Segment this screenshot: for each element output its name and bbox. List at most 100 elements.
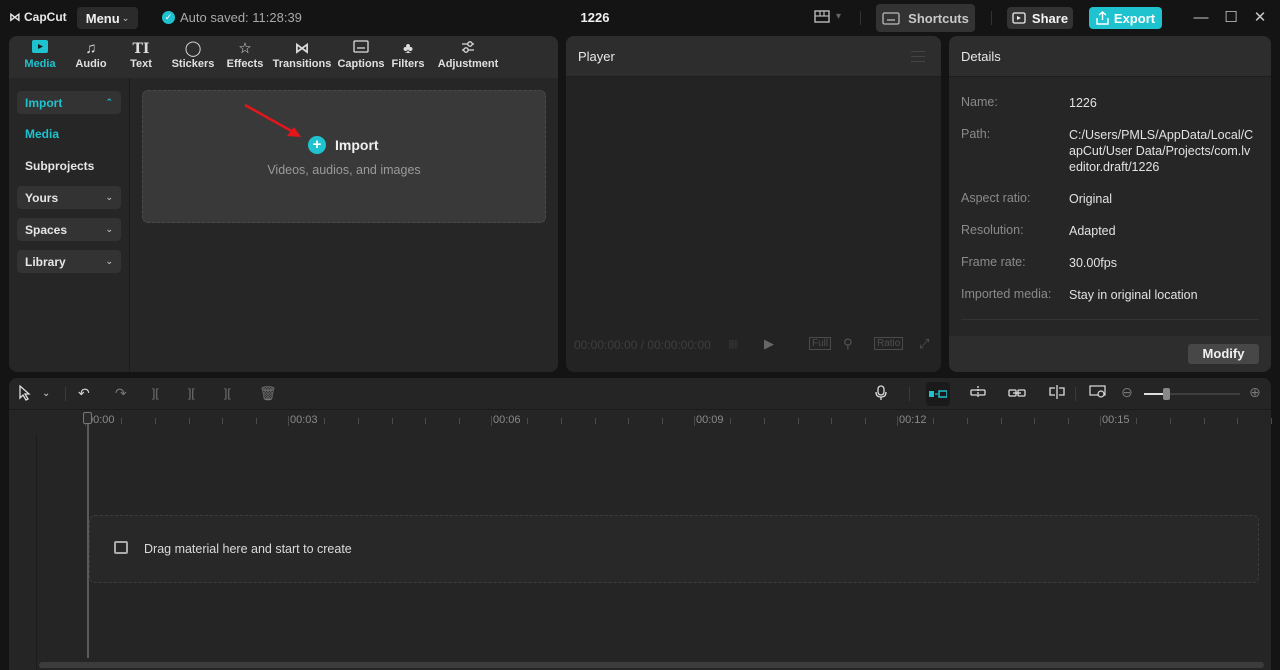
stickers-icon: ◯ xyxy=(184,40,202,57)
captions-icon xyxy=(353,40,369,58)
delete-button[interactable]: 🗑 xyxy=(259,385,277,402)
ruler-tick xyxy=(1203,418,1205,424)
zoom-in-button[interactable]: ⊕ xyxy=(1249,384,1261,401)
zoom-out-button[interactable]: ⊖ xyxy=(1121,384,1133,401)
sidebar-item-spaces[interactable]: Spaces ⌄ xyxy=(17,218,121,241)
ruler-tick xyxy=(966,418,968,424)
timeline-drop-zone[interactable]: Drag material here and start to create xyxy=(89,515,1259,583)
cursor-icon xyxy=(19,384,31,401)
full-button[interactable]: Full xyxy=(809,337,832,350)
timeline-ruler[interactable]: 00:00 00:03 00:06 00:09 00:12 00:15 xyxy=(9,410,1273,434)
fullscreen-icon[interactable]: ⤢ xyxy=(919,336,929,352)
ruler-tick xyxy=(391,418,393,424)
menu-button[interactable]: Menu ⌄ xyxy=(77,7,138,29)
ruler-major-tick xyxy=(288,416,289,426)
zoom-to-fit-button[interactable] xyxy=(1089,385,1107,402)
redo-button[interactable]: ↷ xyxy=(115,385,127,402)
ruler-tick xyxy=(831,418,833,424)
ruler-label: 00:03 xyxy=(290,414,318,426)
zoom-fit-icon[interactable]: ⚲ xyxy=(843,336,853,352)
details-header: Details xyxy=(949,36,1271,77)
ruler-label: 00:09 xyxy=(696,414,724,426)
effects-icon: ☆ xyxy=(238,40,252,57)
split-right-icon: ][ xyxy=(224,386,231,400)
preview-axis-button[interactable] xyxy=(1048,385,1066,402)
magnet-toggle[interactable] xyxy=(926,382,950,406)
close-icon: ✕ xyxy=(1253,9,1267,26)
tab-transitions[interactable]: ⋈ Transitions xyxy=(269,36,335,78)
divider xyxy=(909,387,910,401)
player-timecode: 00:00:00:00 / 00:00:00:00 xyxy=(574,338,711,352)
zoom-in-icon: ⊕ xyxy=(1249,384,1261,400)
ruler-tick xyxy=(526,418,528,424)
tab-captions[interactable]: Captions xyxy=(335,36,387,78)
sidebar-item-library[interactable]: Library ⌄ xyxy=(17,250,121,273)
details-footer: Modify xyxy=(949,336,1271,372)
tab-media[interactable]: Media xyxy=(15,36,65,78)
player-header: Player xyxy=(566,36,941,77)
zoom-slider-handle[interactable] xyxy=(1163,388,1171,400)
ruler-tick xyxy=(594,418,596,424)
media-tabs: Media ♫ Audio TI Text ◯ Stickers ☆ Effec… xyxy=(9,36,558,78)
maximize-button[interactable]: ☐ xyxy=(1222,9,1240,27)
zoom-slider[interactable] xyxy=(1144,388,1240,400)
ruler-tick xyxy=(1034,418,1036,424)
tab-audio[interactable]: ♫ Audio xyxy=(65,36,117,78)
tab-filters[interactable]: ♣ Filters xyxy=(387,36,429,78)
sidebar-item-subprojects[interactable]: Subprojects xyxy=(17,154,121,177)
share-button[interactable]: Share xyxy=(1007,7,1073,29)
tab-text[interactable]: TI Text xyxy=(117,36,165,78)
close-button[interactable]: ✕ xyxy=(1251,9,1269,27)
tab-effects[interactable]: ☆ Effects xyxy=(221,36,269,78)
import-subtitle: Videos, audios, and images xyxy=(267,163,421,177)
grid-icon[interactable]: ▦ xyxy=(728,337,738,350)
minimize-icon: — xyxy=(1193,9,1209,26)
media-sidebar: Import ⌃ Media Subprojects Yours ⌄ Space… xyxy=(9,78,130,372)
timeline-panel: ⌄ ↶ ↷ ][ ][ ][ 🗑 ⊖ ⊕ 00:00 00:03 00:06 0… xyxy=(9,378,1273,670)
export-button[interactable]: Export xyxy=(1089,7,1162,29)
film-icon xyxy=(114,541,128,554)
ruler-tick xyxy=(1237,418,1239,424)
import-button[interactable]: + Import xyxy=(308,136,379,154)
undo-button[interactable]: ↶ xyxy=(78,385,90,402)
chevron-down-icon[interactable]: ⌄ xyxy=(42,388,50,399)
divider xyxy=(65,387,66,401)
split-right-button[interactable]: ][ xyxy=(224,386,231,400)
ruler-tick xyxy=(729,418,731,424)
shortcuts-button[interactable]: Shortcuts xyxy=(876,4,975,32)
ruler-tick xyxy=(560,418,562,424)
media-panel: Media ♫ Audio TI Text ◯ Stickers ☆ Effec… xyxy=(9,36,558,372)
play-button[interactable]: ▶ xyxy=(764,336,774,352)
ruler-label: 00:15 xyxy=(1102,414,1130,426)
sidebar-item-media[interactable]: Media xyxy=(17,122,121,145)
ruler-tick xyxy=(1271,418,1273,424)
record-audio-button[interactable] xyxy=(875,385,887,404)
snap-icon xyxy=(970,386,986,398)
minimize-button[interactable]: — xyxy=(1192,9,1210,27)
timeline-toolbar: ⌄ ↶ ↷ ][ ][ ][ 🗑 ⊖ ⊕ xyxy=(9,378,1271,410)
sidebar-item-yours[interactable]: Yours ⌄ xyxy=(17,186,121,209)
link-icon xyxy=(1008,389,1026,397)
layout-button[interactable]: ▾ xyxy=(814,10,841,23)
import-dropzone[interactable]: + Import Videos, audios, and images xyxy=(142,90,546,223)
menu-icon[interactable] xyxy=(911,51,925,62)
ruler-tick xyxy=(459,418,461,424)
ruler-tick xyxy=(932,418,934,424)
playhead-handle[interactable] xyxy=(83,412,92,424)
filters-icon: ♣ xyxy=(403,40,413,57)
ruler-tick xyxy=(120,418,122,424)
upload-icon xyxy=(1096,11,1109,25)
zoom-out-icon: ⊖ xyxy=(1121,384,1133,400)
tab-adjustment[interactable]: Adjustment xyxy=(429,36,507,78)
horizontal-scrollbar[interactable] xyxy=(39,662,1264,668)
tab-stickers[interactable]: ◯ Stickers xyxy=(165,36,221,78)
split-button[interactable]: ][ xyxy=(152,386,159,400)
ruler-tick xyxy=(763,418,765,424)
auto-snap-button[interactable] xyxy=(969,385,987,402)
link-button[interactable] xyxy=(1008,385,1026,401)
split-left-button[interactable]: ][ xyxy=(188,386,195,400)
modify-button[interactable]: Modify xyxy=(1188,344,1259,364)
ratio-button[interactable]: Ratio xyxy=(874,337,904,350)
select-tool-button[interactable] xyxy=(18,384,32,404)
sidebar-item-import[interactable]: Import ⌃ xyxy=(17,91,121,114)
